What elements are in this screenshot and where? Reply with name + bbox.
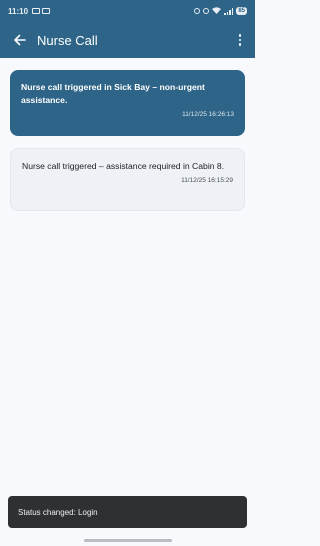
signal-icon bbox=[224, 7, 234, 15]
notification-timestamp: 11/12/25 16:26:13 bbox=[182, 111, 234, 118]
mute-icon bbox=[203, 8, 210, 14]
gallery-icon bbox=[42, 8, 51, 14]
snackbar: Status changed: Login bbox=[8, 496, 247, 528]
notification-timestamp: 11/12/25 16:15:29 bbox=[181, 177, 233, 184]
home-indicator[interactable] bbox=[84, 539, 172, 542]
link-icon bbox=[194, 8, 201, 14]
status-time: 11:10 bbox=[8, 6, 29, 16]
back-arrow-icon[interactable] bbox=[10, 31, 28, 49]
screenshot-icon bbox=[32, 8, 41, 14]
notification-card-highlighted[interactable]: Nurse call triggered in Sick Bay – non-u… bbox=[10, 70, 245, 136]
snackbar-text: Status changed: Login bbox=[18, 507, 98, 517]
status-bar: 11:10 85 bbox=[0, 0, 255, 22]
more-vertical-icon[interactable] bbox=[235, 31, 245, 49]
app-bar: Nurse Call bbox=[0, 22, 255, 58]
notification-message: Nurse call triggered – assistance requir… bbox=[22, 161, 225, 171]
page-title: Nurse Call bbox=[37, 32, 98, 48]
wifi-icon bbox=[212, 6, 222, 16]
notification-icons bbox=[32, 8, 51, 14]
battery-indicator: 85 bbox=[236, 7, 247, 15]
notification-message: Nurse call triggered in Sick Bay – non-u… bbox=[21, 82, 205, 105]
notification-card[interactable]: Nurse call triggered – assistance requir… bbox=[10, 148, 245, 211]
system-icons: 85 bbox=[194, 6, 247, 16]
notification-list: Nurse call triggered in Sick Bay – non-u… bbox=[10, 70, 245, 223]
